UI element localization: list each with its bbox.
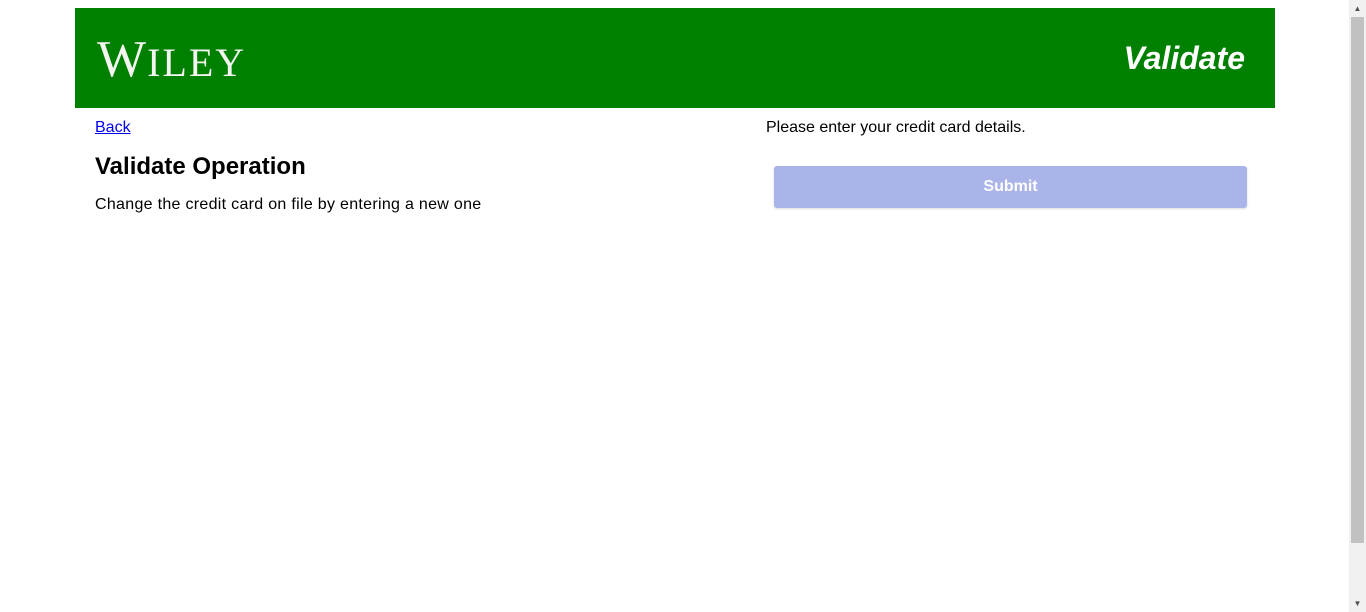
operation-info-panel: Back Validate Operation Change the credi… — [95, 118, 695, 216]
card-entry-panel: Please enter your credit card details. S… — [766, 118, 1256, 208]
wiley-logo-rest: ILEY — [147, 40, 247, 85]
operation-title: Validate Operation — [95, 153, 306, 180]
card-instructions: Please enter your credit card details. — [766, 119, 1026, 136]
scrollbar-thumb[interactable] — [1351, 17, 1364, 543]
scroll-up-arrow-icon[interactable]: ▲ — [1349, 0, 1366, 17]
wiley-logo: WILEY — [97, 34, 246, 89]
back-link[interactable]: Back — [95, 118, 131, 138]
wiley-logo-initial: W — [97, 31, 148, 88]
header-title: Validate — [1123, 40, 1245, 76]
operation-description: Change the credit card on file by enteri… — [95, 196, 482, 213]
scroll-down-arrow-icon[interactable]: ▼ — [1349, 595, 1366, 612]
page-container: WILEY Validate — [75, 8, 1275, 108]
browser-viewport: WILEY Validate Back Validate Operation C… — [0, 0, 1366, 612]
vertical-scrollbar[interactable]: ▲ ▼ — [1349, 0, 1366, 612]
submit-button[interactable]: Submit — [774, 166, 1247, 208]
header-banner: WILEY Validate — [75, 8, 1275, 108]
